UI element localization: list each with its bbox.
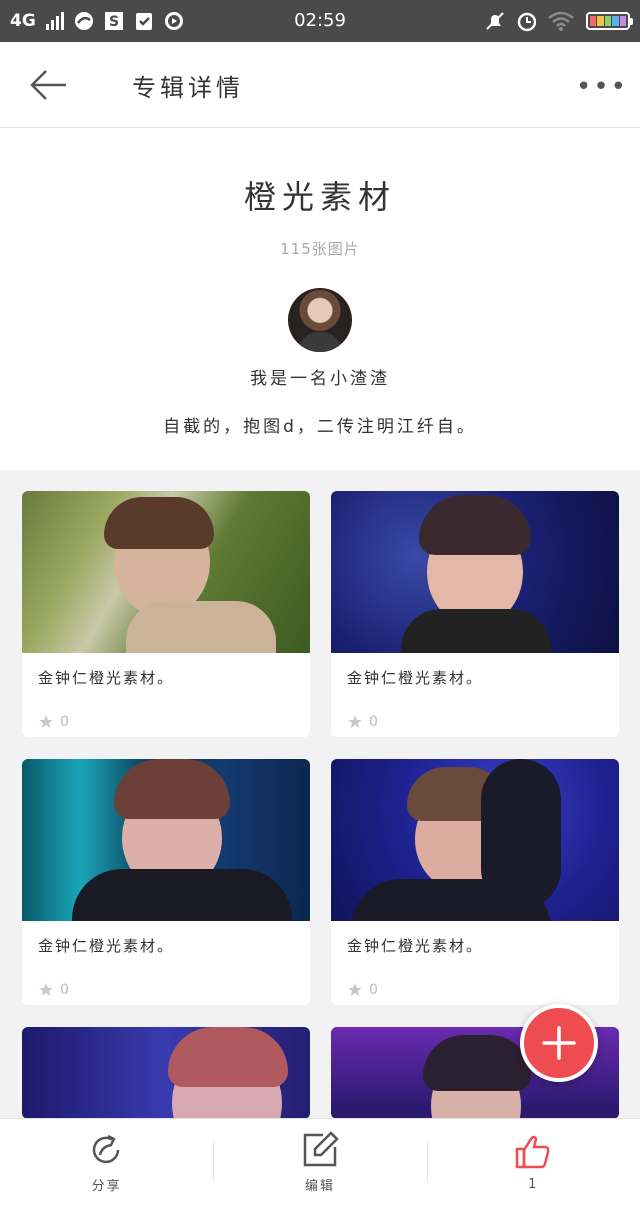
image-count: 115张图片 [280,240,360,258]
plus-icon [542,1026,576,1060]
share-icon [92,1134,119,1163]
edit-label: 编辑 [304,1178,335,1194]
card-image[interactable] [331,759,619,921]
back-arrow-icon[interactable] [28,68,68,102]
status-bar: 4G S 02:59 [0,0,640,42]
image-card[interactable]: 金钟仁橙光素材。 0 [22,491,310,737]
image-card[interactable]: 金钟仁橙光素材。 0 [331,759,619,1005]
edit-icon [303,1130,339,1166]
like-count: 0 [369,714,378,730]
album-description: 自截的，抱图d，二传注明江纤自。 [163,417,477,437]
card-likes: 0 [331,701,619,737]
more-icon[interactable]: ••• [576,72,628,102]
star-icon[interactable] [38,982,54,998]
add-button[interactable] [520,1004,598,1082]
battery-icon [586,12,633,30]
avatar[interactable] [288,288,352,352]
card-image[interactable] [22,491,310,653]
card-image[interactable] [331,491,619,653]
clock: 02:59 [294,10,346,31]
image-card[interactable]: 金钟仁橙光素材。 0 [22,759,310,1005]
image-card[interactable] [22,1027,310,1119]
card-caption: 金钟仁橙光素材。 [38,937,175,955]
card-caption: 金钟仁橙光素材。 [38,669,175,687]
like-count-label: 1 [528,1176,539,1192]
like-button[interactable]: 1 [426,1119,640,1205]
like-count: 0 [369,982,378,998]
share-button[interactable]: 分享 [0,1119,213,1205]
star-icon[interactable] [347,714,363,730]
like-count: 0 [60,714,69,730]
card-image[interactable] [22,759,310,921]
card-caption: 金钟仁橙光素材。 [347,669,484,687]
card-likes: 0 [22,969,310,1005]
card-likes: 0 [331,969,619,1005]
card-image[interactable] [22,1027,310,1119]
edit-button[interactable]: 编辑 [213,1119,426,1205]
share-label: 分享 [91,1178,122,1194]
card-likes: 0 [22,701,310,737]
like-count: 0 [60,982,69,998]
card-caption: 金钟仁橙光素材。 [347,937,484,955]
bottom-action-bar: 分享 编辑 1 [0,1118,640,1205]
thumbs-up-icon [516,1135,550,1168]
star-icon[interactable] [347,982,363,998]
star-icon[interactable] [38,714,54,730]
album-info: 橙光素材 115张图片 我是一名小渣渣 自截的，抱图d，二传注明江纤自。 [0,128,640,470]
top-app-bar: 专辑详情 ••• [0,42,640,128]
author-name[interactable]: 我是一名小渣渣 [0,364,640,389]
page-title: 专辑详情 [132,74,244,102]
album-title: 橙光素材 [243,178,396,216]
image-card[interactable]: 金钟仁橙光素材。 0 [331,491,619,737]
